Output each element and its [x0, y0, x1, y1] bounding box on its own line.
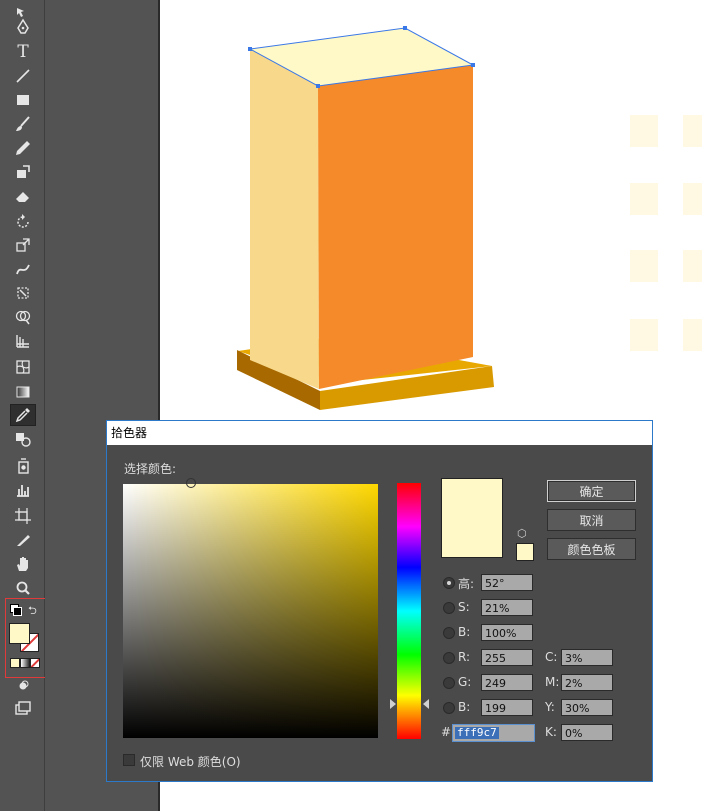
red-field[interactable]: 255: [481, 649, 533, 666]
blue-radio[interactable]: [443, 702, 455, 714]
decor-square: [630, 250, 658, 282]
shaper-icon[interactable]: [10, 161, 36, 183]
artboard-icon[interactable]: [10, 505, 36, 527]
yellow-label: Y:: [545, 700, 555, 714]
perspective-grid-icon[interactable]: [10, 330, 36, 352]
hue-radio[interactable]: [443, 577, 455, 589]
paintbrush-icon[interactable]: [10, 113, 36, 135]
decor-square: [683, 250, 702, 282]
eyedropper-icon[interactable]: [10, 404, 36, 426]
symbol-sprayer-icon[interactable]: [10, 455, 36, 477]
free-transform-icon[interactable]: [10, 282, 36, 304]
color-swatches-button[interactable]: 颜色色板: [547, 538, 636, 560]
hue-slider-left-arrow-icon[interactable]: [390, 699, 396, 709]
magenta-label: M:: [545, 675, 560, 689]
slice-icon[interactable]: [10, 529, 36, 551]
web-only-label: 仅限 Web 颜色(O): [140, 755, 241, 769]
green-radio[interactable]: [443, 677, 455, 689]
web-only-checkbox[interactable]: [123, 754, 135, 766]
hand-icon[interactable]: [10, 553, 36, 575]
anchor-point: [403, 26, 407, 30]
warp-icon[interactable]: [10, 258, 36, 280]
select-color-label: 选择颜色:: [124, 462, 177, 476]
color-marker[interactable]: [186, 478, 196, 488]
cancel-button[interactable]: 取消: [547, 509, 636, 531]
green-field[interactable]: 249: [481, 674, 533, 691]
blue-field[interactable]: 199: [481, 699, 533, 716]
rotate-icon[interactable]: [10, 211, 36, 233]
color-preview: [441, 478, 503, 558]
eraser-icon[interactable]: [10, 185, 36, 207]
decor-square: [683, 319, 702, 351]
out-of-gamut-cube-icon[interactable]: ⬡: [517, 527, 529, 540]
shape-builder-icon[interactable]: [10, 306, 36, 328]
blend-icon[interactable]: [10, 428, 36, 450]
hue-label: 高:: [458, 577, 475, 591]
box-front-face: [318, 65, 473, 389]
decor-square: [630, 183, 658, 215]
saturation-radio[interactable]: [443, 602, 455, 614]
red-label: R:: [458, 650, 471, 664]
red-radio[interactable]: [443, 652, 455, 664]
hue-slider-right-arrow-icon[interactable]: [423, 699, 429, 709]
brightness-field[interactable]: 100%: [481, 624, 533, 641]
scale-icon[interactable]: [10, 234, 36, 256]
screen-mode-icon[interactable]: [10, 697, 36, 719]
ok-button[interactable]: 确定: [547, 480, 636, 502]
anchor-point: [316, 84, 320, 88]
decor-square: [630, 319, 658, 351]
mesh-icon[interactable]: [10, 356, 36, 378]
gradient-icon[interactable]: [10, 381, 36, 403]
saturation-field[interactable]: 21%: [481, 599, 533, 616]
box-left-face: [250, 49, 319, 389]
black-label: K:: [545, 725, 557, 739]
rectangle-icon[interactable]: [10, 89, 36, 111]
type-icon-glyph: T: [17, 42, 29, 62]
pen-icon[interactable]: [10, 16, 36, 38]
hex-value[interactable]: fff9c7: [455, 727, 499, 739]
hue-field[interactable]: 52°: [481, 574, 533, 591]
saturation-brightness-field[interactable]: [123, 478, 378, 738]
decor-square: [683, 183, 702, 215]
saturation-label: S:: [458, 600, 470, 614]
brightness-radio[interactable]: [443, 627, 455, 639]
yellow-field[interactable]: 30%: [561, 699, 613, 716]
column-graph-icon[interactable]: [10, 479, 36, 501]
magenta-field[interactable]: 2%: [561, 674, 613, 691]
black-field[interactable]: 0%: [561, 724, 613, 741]
green-label: G:: [458, 675, 472, 689]
fill-swatch[interactable]: [9, 623, 30, 644]
zoom-icon[interactable]: [10, 577, 36, 599]
cyan-label: C:: [545, 650, 558, 664]
line-icon[interactable]: [10, 65, 36, 87]
web-safe-swatch[interactable]: [516, 543, 534, 561]
tools-panel: T ⮌: [0, 0, 45, 811]
drawing-mode-icon[interactable]: [10, 675, 36, 697]
brightness-label: B:: [458, 625, 471, 639]
decor-square: [683, 115, 702, 147]
type-icon[interactable]: T: [10, 41, 36, 63]
hue-slider[interactable]: [397, 483, 421, 739]
color-picker-dialog: 拾色器 选择颜色: ⬡ 确定 取消 颜色色板 高: 52° S: 21% B: …: [106, 420, 653, 782]
pencil-icon[interactable]: [10, 137, 36, 159]
anchor-point: [248, 47, 252, 51]
hex-field[interactable]: fff9c7: [452, 724, 535, 742]
dialog-title[interactable]: 拾色器: [107, 421, 652, 445]
cyan-field[interactable]: 3%: [561, 649, 613, 666]
decor-square: [630, 115, 658, 147]
blue-label: B:: [458, 700, 471, 714]
hex-prefix: #: [441, 725, 452, 739]
anchor-point: [471, 63, 475, 67]
